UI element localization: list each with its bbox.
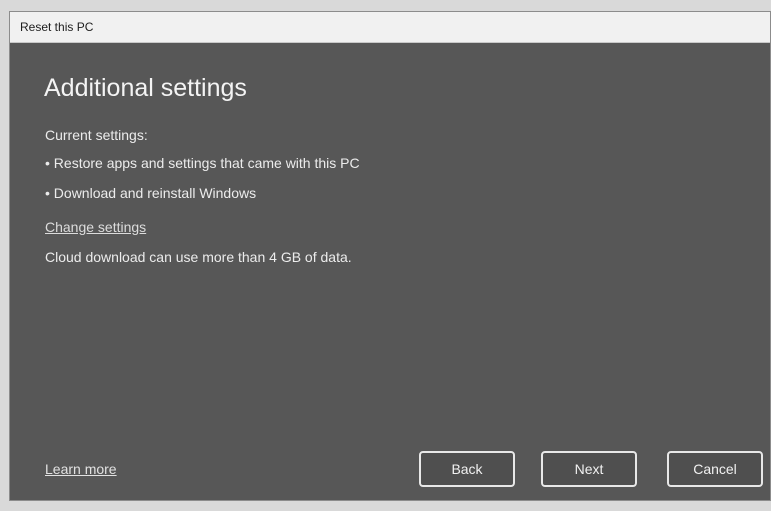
- titlebar: Reset this PC: [10, 12, 770, 43]
- current-settings-label: Current settings:: [45, 127, 148, 143]
- cloud-download-note: Cloud download can use more than 4 GB of…: [45, 249, 352, 265]
- window-title: Reset this PC: [20, 20, 94, 34]
- learn-more-link[interactable]: Learn more: [45, 460, 117, 478]
- next-button[interactable]: Next: [541, 451, 637, 487]
- back-button[interactable]: Back: [419, 451, 515, 487]
- change-settings-link[interactable]: Change settings: [45, 218, 146, 236]
- reset-pc-window: Reset this PC Additional settings Curren…: [9, 11, 771, 501]
- current-setting-item: • Download and reinstall Windows: [45, 185, 257, 201]
- content-area: Additional settings Current settings: • …: [10, 43, 770, 500]
- current-setting-item: • Restore apps and settings that came wi…: [45, 155, 360, 171]
- cancel-button[interactable]: Cancel: [667, 451, 763, 487]
- page-title: Additional settings: [44, 74, 247, 102]
